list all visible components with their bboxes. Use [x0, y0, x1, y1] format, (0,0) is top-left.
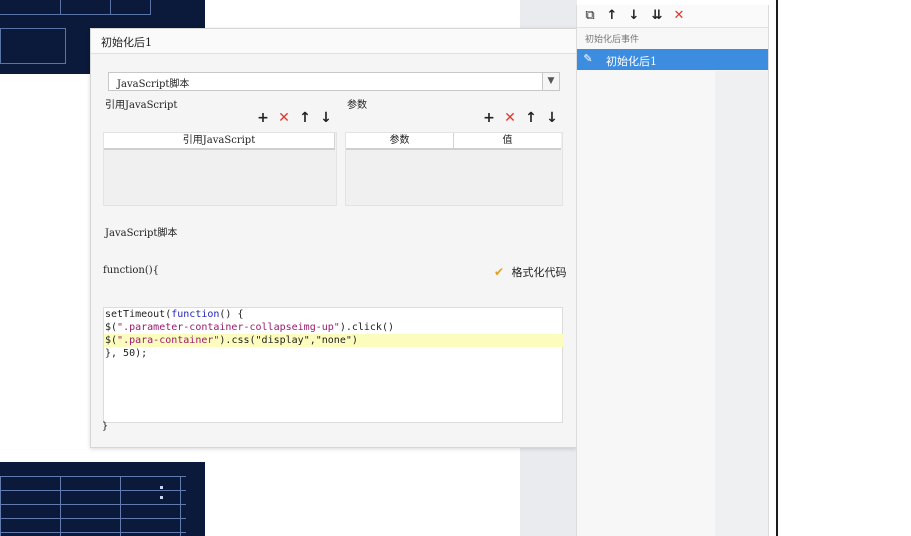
script-type-value: JavaScript脚本: [117, 79, 190, 90]
move-down-icon[interactable]: ↓: [626, 8, 642, 24]
code-token: () {: [219, 309, 244, 320]
code-token: ).click(): [339, 322, 394, 333]
param-column-header[interactable]: 参数: [346, 133, 454, 150]
code-line[interactable]: setTimeout(function() {: [104, 308, 563, 321]
add-param-button[interactable]: +: [481, 110, 497, 126]
event-item-label: 初始化后1: [606, 55, 657, 68]
dialog-title: 初始化后1: [101, 36, 152, 49]
blueprint-box: [0, 28, 66, 64]
delete-ref-js-button[interactable]: ✕: [276, 110, 292, 126]
code-token: $(: [105, 322, 118, 333]
move-to-bottom-icon[interactable]: ⇊: [649, 8, 665, 24]
params-label: 参数: [347, 100, 367, 111]
blueprint-cell: [110, 0, 111, 14]
event-toolbar: ⧉ ↑ ↓ ⇊ ✕: [577, 5, 768, 28]
code-token: $(: [105, 335, 118, 346]
dialog-title-bar: 初始化后1: [91, 29, 576, 54]
move-down-ref-js-button[interactable]: ↓: [318, 110, 334, 126]
ref-js-label: 引用JavaScript: [105, 100, 178, 111]
blueprint-dot: [160, 486, 163, 489]
code-line[interactable]: }, 50);: [104, 347, 563, 360]
code-token: ).css("display","none"): [219, 335, 358, 346]
code-token-string: ".para-container": [117, 335, 220, 346]
edit-icon[interactable]: ✎: [581, 52, 595, 66]
event-list-item[interactable]: ✎ 初始化后1: [577, 49, 768, 70]
move-up-param-button[interactable]: ↑: [523, 110, 539, 126]
script-label: JavaScript脚本: [105, 228, 178, 239]
chevron-down-icon[interactable]: ▼: [542, 73, 559, 90]
code-line-current[interactable]: $(".para-container").css("display","none…: [104, 334, 563, 347]
add-ref-js-button[interactable]: +: [255, 110, 271, 126]
move-up-icon[interactable]: ↑: [604, 8, 620, 24]
code-line[interactable]: $(".parameter-container-collapseimg-up")…: [104, 321, 563, 334]
value-column-header[interactable]: 值: [454, 133, 561, 150]
divider: [776, 0, 778, 536]
code-token: setTimeout(: [105, 309, 172, 320]
background-canvas-bottom: [0, 462, 205, 536]
format-code-button[interactable]: ✔ 格式化代码: [494, 264, 567, 280]
event-list-panel: ⧉ ↑ ↓ ⇊ ✕ 初始化后事件 ✎ 初始化后1: [576, 5, 769, 536]
blueprint-grid: [0, 476, 186, 536]
move-down-param-button[interactable]: ↓: [544, 110, 560, 126]
script-type-select[interactable]: JavaScript脚本 ▼: [108, 72, 560, 91]
blueprint-table: [0, 0, 151, 15]
ref-js-table[interactable]: 引用JavaScript: [103, 132, 337, 206]
delete-event-icon[interactable]: ✕: [671, 8, 687, 24]
ref-js-column-header[interactable]: 引用JavaScript: [104, 133, 335, 150]
function-open-text: function(){: [103, 265, 160, 276]
function-close-text: }: [102, 421, 109, 432]
event-section-label: 初始化后事件: [585, 35, 640, 45]
code-editor[interactable]: setTimeout(function() { $(".parameter-co…: [103, 307, 563, 423]
blueprint-dot: [160, 496, 163, 499]
copy-icon[interactable]: ⧉: [582, 8, 598, 24]
params-table[interactable]: 参数 值: [345, 132, 563, 206]
code-token-keyword: function: [171, 309, 220, 320]
delete-param-button[interactable]: ✕: [502, 110, 518, 126]
code-token: }, 50);: [105, 348, 148, 359]
move-up-ref-js-button[interactable]: ↑: [297, 110, 313, 126]
brush-icon: ✔: [494, 265, 505, 279]
panel-scroll-area: [715, 71, 768, 536]
code-token-string: ".parameter-container-collapseimg-up": [117, 322, 340, 333]
format-code-label: 格式化代码: [511, 266, 567, 279]
blueprint-cell: [60, 0, 61, 14]
event-editor-dialog: 初始化后1 JavaScript脚本 ▼ 引用JavaScript 参数 + ✕…: [90, 28, 577, 448]
